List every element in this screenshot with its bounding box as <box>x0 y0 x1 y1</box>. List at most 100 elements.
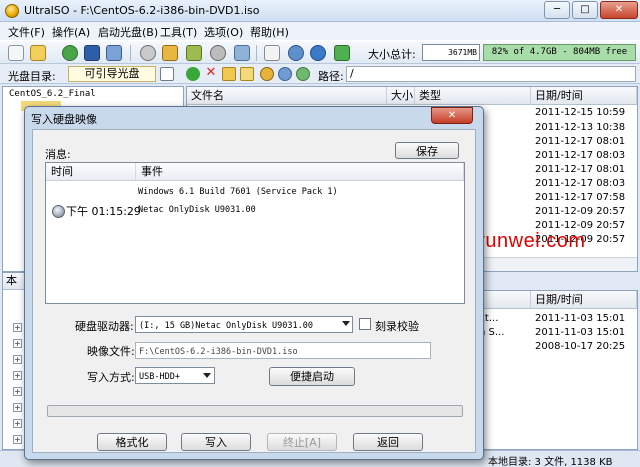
disc-usage-bar: 82% of 4.7GB - 804MB free <box>483 44 636 61</box>
total-size-label: 大小总计: <box>368 48 416 61</box>
file-date: 2011-12-15 10:59 <box>535 107 626 118</box>
properties-icon[interactable] <box>160 67 174 81</box>
tree-expand-icon[interactable]: + <box>13 419 22 428</box>
menu-options[interactable]: 选项(O) <box>204 24 243 40</box>
log-time: 下午 01:15:29 <box>66 205 141 218</box>
image-file-label: 映像文件: <box>87 345 135 358</box>
file-date: 2011-12-17 08:03 <box>535 150 626 161</box>
options-icon[interactable] <box>264 45 280 61</box>
mount-icon[interactable] <box>234 45 250 61</box>
log-column-event[interactable]: 事件 <box>136 163 464 181</box>
open-folder-icon[interactable] <box>30 45 46 61</box>
app-disc-icon <box>5 4 19 18</box>
column-filename[interactable]: 文件名 <box>187 87 387 105</box>
write-button[interactable]: 写入 <box>181 433 251 451</box>
drive-select[interactable]: (I:, 15 GB)Netac OnlyDisk U9031.00 <box>135 316 353 333</box>
dialog-body: 消息: 保存 时间 事件 Windows 6.1 Build 7601 (Ser… <box>32 129 476 453</box>
dialog-close-button[interactable]: ✕ <box>431 107 473 124</box>
log-column-time[interactable]: 时间 <box>46 163 136 181</box>
menu-actions[interactable]: 操作(A) <box>52 24 90 40</box>
title-bar: UltraISO - F:\CentOS-6.2-i386-bin-DVD1.i… <box>0 0 640 22</box>
chevron-down-icon <box>342 321 350 326</box>
status-text: 本地目录: 3 文件, 1138 KB <box>488 457 613 467</box>
toolbar-separator <box>256 45 257 61</box>
local-file-date: 2008-10-17 20:25 <box>535 341 626 352</box>
save-as-icon[interactable] <box>106 45 122 61</box>
menu-bootable[interactable]: 启动光盘(B) <box>98 24 158 40</box>
compress-image-icon[interactable] <box>162 45 178 61</box>
local-file-date: 2011-11-03 15:01 <box>535 327 626 338</box>
tree-expand-icon[interactable]: + <box>13 355 22 364</box>
toolbar-separator <box>130 45 131 61</box>
write-method-select[interactable]: USB-HDD+ <box>135 367 215 384</box>
messages-label: 消息: <box>45 148 71 161</box>
save-log-button[interactable]: 保存 <box>395 142 459 159</box>
write-progress-bar <box>47 405 463 417</box>
column-type[interactable]: 类型 <box>415 87 531 105</box>
column-size[interactable]: 大小 <box>387 87 415 105</box>
disc-type-field[interactable]: 可引导光盘 <box>68 66 156 82</box>
menu-file[interactable]: 文件(F) <box>8 24 45 40</box>
save-icon[interactable] <box>84 45 100 61</box>
abort-button[interactable]: 终止[A] <box>267 433 337 451</box>
disc-directory-label: 光盘目录: <box>8 70 56 83</box>
image-file-field[interactable]: F:\CentOS-6.2-i386-bin-DVD1.iso <box>135 342 431 359</box>
menu-bar: 文件(F) 操作(A) 启动光盘(B) 工具(T) 选项(O) 帮助(H) <box>0 22 640 40</box>
boot-file-icon[interactable] <box>260 67 274 81</box>
local-file-date: 2011-11-03 15:01 <box>535 313 626 324</box>
write-method-label: 写入方式: <box>87 371 135 384</box>
menu-help[interactable]: 帮助(H) <box>250 24 289 40</box>
help-icon[interactable] <box>288 45 304 61</box>
new-folder-icon[interactable] <box>222 67 236 81</box>
write-disk-image-dialog: 写入硬盘映像 ✕ 消息: 保存 时间 事件 Windows 6.1 Build … <box>24 106 484 460</box>
file-date: 2011-12-17 08:01 <box>535 164 626 175</box>
verify-label: 刻录校验 <box>375 320 419 333</box>
info-icon[interactable] <box>310 45 326 61</box>
back-button[interactable]: 返回 <box>353 433 423 451</box>
exit-icon[interactable] <box>334 45 350 61</box>
tree-expand-icon[interactable]: + <box>13 339 22 348</box>
burn-cd-icon[interactable] <box>210 45 226 61</box>
file-date: 2011-12-13 10:38 <box>535 122 626 133</box>
drive-label: 硬盘驱动器: <box>75 320 134 333</box>
image-file-value: F:\CentOS-6.2-i386-bin-DVD1.iso <box>139 347 298 357</box>
log-event: Netac OnlyDisk U9031.00 <box>138 205 256 215</box>
column-local-date[interactable]: 日期/时间 <box>531 291 637 309</box>
message-log[interactable]: 时间 事件 Windows 6.1 Build 7601 (Service Pa… <box>45 162 465 304</box>
file-date: 2011-12-17 08:03 <box>535 178 626 189</box>
window-title: UltraISO - F:\CentOS-6.2-i386-bin-DVD1.i… <box>24 4 260 17</box>
minimize-button[interactable]: ─ <box>544 1 570 19</box>
tree-expand-icon[interactable]: + <box>13 323 22 332</box>
check-image-icon[interactable] <box>186 45 202 61</box>
file-date: 2011-12-09 20:57 <box>535 206 626 217</box>
new-file-icon[interactable] <box>8 45 24 61</box>
up-folder-icon[interactable] <box>186 67 200 81</box>
tree-expand-icon[interactable]: + <box>13 403 22 412</box>
column-date[interactable]: 日期/时间 <box>531 87 637 105</box>
tree-root-item[interactable]: CentOS_6.2_Final <box>9 89 96 99</box>
directory-bar: 光盘目录: 可引导光盘 ✕ 路径: / <box>0 64 640 84</box>
rename-icon[interactable] <box>240 67 254 81</box>
tree-expand-icon[interactable]: + <box>13 435 22 444</box>
path-label: 路径: <box>318 70 344 83</box>
log-event: Windows 6.1 Build 7601 (Service Pack 1) <box>138 187 338 197</box>
verify-checkbox[interactable] <box>359 318 371 330</box>
close-window-button[interactable]: ✕ <box>600 1 638 19</box>
maximize-button[interactable]: □ <box>572 1 598 19</box>
chevron-down-icon <box>203 373 211 378</box>
toolbar: 大小总计: 3671MB 82% of 4.7GB - 804MB free <box>0 40 640 64</box>
make-cd-image-icon[interactable] <box>140 45 156 61</box>
extract-icon[interactable] <box>62 45 78 61</box>
format-button[interactable]: 格式化 <box>97 433 167 451</box>
total-size-value: 3671MB <box>422 44 480 61</box>
menu-tools[interactable]: 工具(T) <box>160 24 197 40</box>
settings-gear-icon[interactable] <box>278 67 292 81</box>
write-method-value: USB-HDD+ <box>139 372 180 382</box>
refresh-icon[interactable] <box>296 67 310 81</box>
delete-icon[interactable]: ✕ <box>204 66 218 81</box>
quick-boot-button[interactable]: 便捷启动 <box>269 367 355 386</box>
path-field[interactable]: / <box>346 66 636 82</box>
file-date: 2011-12-17 08:01 <box>535 136 626 147</box>
tree-expand-icon[interactable]: + <box>13 371 22 380</box>
tree-expand-icon[interactable]: + <box>13 387 22 396</box>
